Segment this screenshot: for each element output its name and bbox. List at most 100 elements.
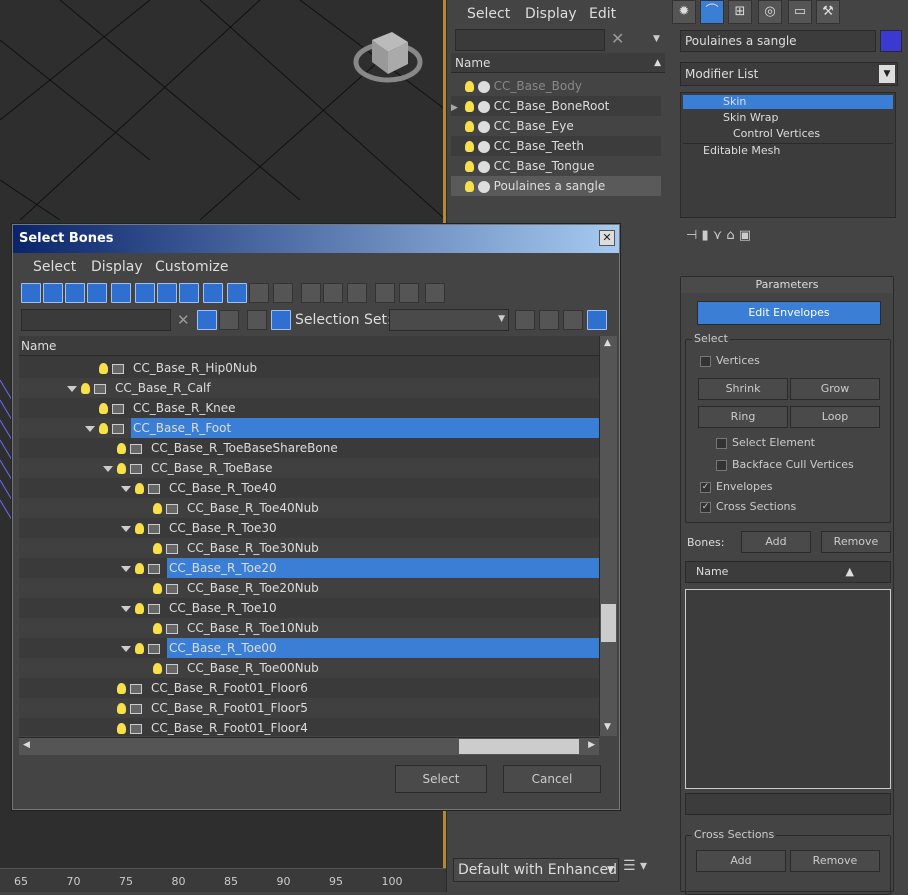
bones-tree[interactable]: CC_Base_R_Hip0Nub CC_Base_R_Calf CC_Base… (19, 336, 599, 736)
list-invert-icon[interactable] (347, 283, 367, 303)
edit-envelopes-button[interactable]: Edit Envelopes (697, 301, 881, 325)
visibility-bulb-icon[interactable] (99, 423, 108, 434)
object-name-input[interactable]: Poulaines a sangle (680, 30, 876, 52)
tree-row[interactable]: CC_Base_R_ToeBaseShareBone (19, 438, 599, 458)
tree-row[interactable]: CC_Base_R_ToeBase (19, 458, 599, 478)
visibility-bulb-icon[interactable] (465, 101, 474, 112)
tree-row[interactable]: CC_Base_R_Toe30 (19, 518, 599, 538)
visibility-bulb-icon[interactable] (81, 383, 90, 394)
explorer-item[interactable]: CC_Base_Tongue (451, 156, 661, 176)
tree-row[interactable]: CC_Base_R_Toe20Nub (19, 578, 599, 598)
geometry-icon[interactable] (43, 283, 63, 303)
visibility-bulb-icon[interactable] (135, 483, 144, 494)
dialog-title[interactable]: Select Bones (13, 225, 619, 253)
visibility-bulb-icon[interactable] (117, 703, 126, 714)
bone-name-field[interactable] (685, 793, 891, 815)
display-all-icon[interactable] (21, 283, 41, 303)
visibility-bulb-icon[interactable] (153, 623, 162, 634)
tree-row[interactable]: CC_Base_R_Toe00Nub (19, 658, 599, 678)
visibility-bulb-icon[interactable] (153, 583, 162, 594)
loop-button[interactable]: Loop (790, 406, 880, 428)
object-color-swatch[interactable] (880, 30, 902, 52)
visibility-bulb-icon[interactable] (135, 603, 144, 614)
explorer-item[interactable]: Poulaines a sangle (451, 176, 661, 196)
xrefs-icon[interactable] (203, 283, 223, 303)
set-icon-3[interactable] (563, 310, 583, 330)
clear-find-icon[interactable]: ✕ (177, 311, 190, 329)
collapse-arrow-icon[interactable] (103, 465, 113, 472)
visibility-bulb-icon[interactable] (117, 443, 126, 454)
vertices-checkbox[interactable]: Vertices (700, 354, 760, 367)
tree-row[interactable]: CC_Base_R_Toe40Nub (19, 498, 599, 518)
lights-icon[interactable] (87, 283, 107, 303)
tree-row[interactable]: CC_Base_R_Toe00 (19, 638, 599, 658)
utilities-tab-icon[interactable]: ⚒ (816, 0, 840, 24)
backface-cull-checkbox[interactable]: Backface Cull Vertices (716, 458, 854, 471)
modifier-stack[interactable]: Skin Skin Wrap Control Vertices Editable… (680, 92, 896, 218)
timeline-ruler[interactable]: 65 70 75 80 85 90 95 100 (0, 868, 446, 892)
visibility-bulb-icon[interactable] (465, 141, 474, 152)
visibility-bulb-icon[interactable] (135, 643, 144, 654)
set-icon-1[interactable] (515, 310, 535, 330)
explorer-item[interactable]: CC_Base_Teeth (451, 136, 661, 156)
cancel-button[interactable]: Cancel (503, 765, 601, 793)
collapse-arrow-icon[interactable] (85, 425, 95, 432)
menu-edit[interactable]: Edit (589, 6, 616, 22)
bones-icon[interactable] (227, 283, 247, 303)
visibility-bulb-icon[interactable] (465, 121, 474, 132)
tree-row[interactable]: CC_Base_R_Hip0Nub (19, 358, 599, 378)
visibility-bulb-icon[interactable] (153, 503, 162, 514)
visibility-bulb-icon[interactable] (117, 463, 126, 474)
visibility-bulb-icon[interactable] (99, 403, 108, 414)
display-tab-icon[interactable]: ▭ (788, 0, 812, 24)
layer-icon[interactable] (247, 310, 267, 330)
tree-row[interactable]: CC_Base_R_Calf (19, 378, 599, 398)
filter-icon[interactable] (197, 310, 217, 330)
tree-row[interactable]: CC_Base_R_Toe20 (19, 558, 599, 578)
cameras-icon[interactable] (111, 283, 131, 303)
collapse-arrow-icon[interactable] (121, 525, 131, 532)
visibility-bulb-icon[interactable] (465, 181, 474, 192)
chevron-down-icon[interactable]: ▼ (653, 34, 660, 44)
visibility-bulb-icon[interactable] (465, 81, 474, 92)
grow-button[interactable]: Grow (790, 378, 880, 400)
layers-filter-icon[interactable] (219, 310, 239, 330)
expand-arrow-icon[interactable]: ▶ (451, 98, 465, 118)
collapse-arrow-icon[interactable] (121, 605, 131, 612)
collapse-icon[interactable] (425, 283, 445, 303)
create-tab-icon[interactable]: ✹ (672, 0, 696, 24)
dialog-menu-display[interactable]: Display (91, 259, 143, 275)
bones-list[interactable] (685, 589, 891, 789)
visibility-bulb-icon[interactable] (465, 161, 474, 172)
menu-display[interactable]: Display (525, 6, 577, 22)
visibility-bulb-icon[interactable] (117, 723, 126, 734)
list-all-icon[interactable] (301, 283, 321, 303)
collapse-arrow-icon[interactable] (121, 485, 131, 492)
shapes-icon[interactable] (65, 283, 85, 303)
tree-row[interactable]: CC_Base_R_Foot01_Floor4 (19, 718, 599, 736)
select-element-checkbox[interactable]: Select Element (716, 436, 815, 449)
visibility-bulb-icon[interactable] (99, 363, 108, 374)
tree-row[interactable]: CC_Base_R_Knee (19, 398, 599, 418)
stack-item-editable-mesh[interactable]: Editable Mesh (683, 143, 893, 157)
tree-row[interactable]: CC_Base_R_Toe10 (19, 598, 599, 618)
scroll-right-icon[interactable]: ▶ (588, 740, 595, 750)
select-button[interactable]: Select (395, 765, 487, 793)
bones-column-name[interactable]: Name ▲ (685, 561, 891, 583)
scroll-left-icon[interactable]: ◀ (23, 740, 30, 750)
groups-icon[interactable] (179, 283, 199, 303)
frozen-icon[interactable] (273, 283, 293, 303)
explorer-item[interactable]: ▶ CC_Base_BoneRoot (451, 96, 661, 116)
visibility-bulb-icon[interactable] (117, 683, 126, 694)
ring-button[interactable]: Ring (698, 406, 788, 428)
motion-tab-icon[interactable]: ◎ (758, 0, 782, 24)
stack-item-skin-wrap[interactable]: Skin Wrap (683, 111, 893, 125)
cross-sections-checkbox[interactable]: ✓ Cross Sections (700, 500, 796, 513)
visibility-bulb-icon[interactable] (135, 563, 144, 574)
selection-set-dropdown[interactable]: ▼ (389, 309, 509, 331)
visibility-bulb-icon[interactable] (153, 543, 162, 554)
scroll-up-icon[interactable]: ▲ (604, 338, 611, 348)
explorer-search-input[interactable] (455, 29, 605, 51)
sync-selection-icon[interactable] (587, 310, 607, 330)
layer-dropdown[interactable]: Default with Enhanced ▼ (453, 858, 619, 882)
